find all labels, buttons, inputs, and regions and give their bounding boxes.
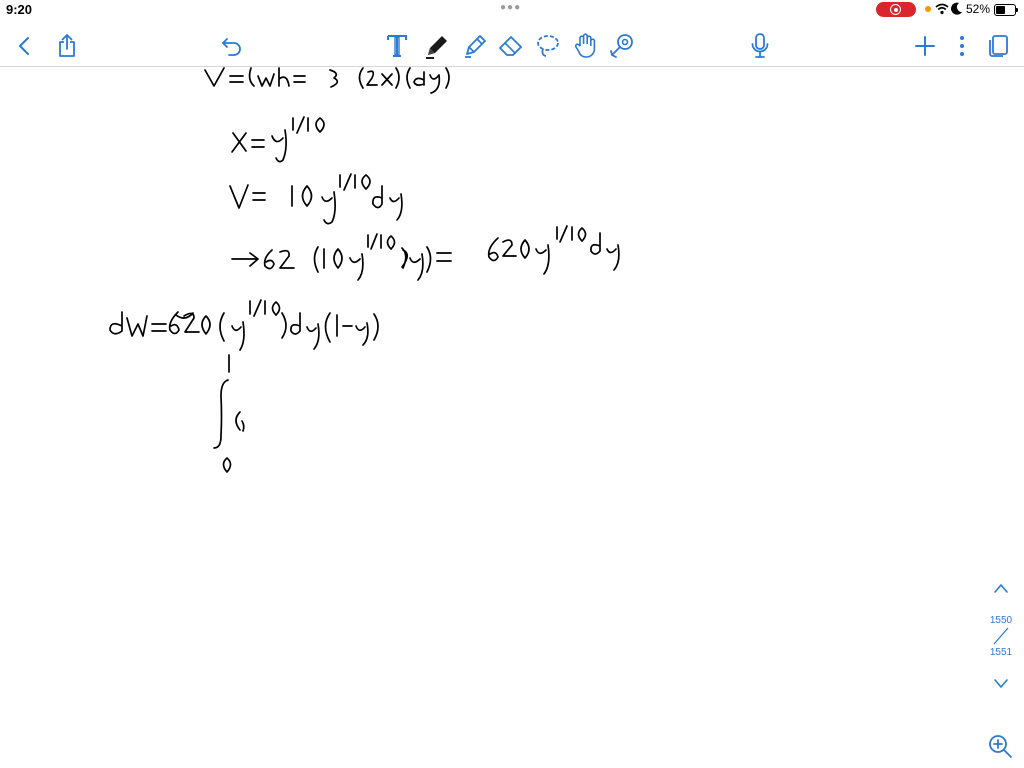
screen-recording-icon[interactable]: [876, 2, 916, 17]
page-navigator: 1550 1551: [980, 578, 1022, 698]
pen-icon[interactable]: [423, 32, 451, 60]
highlighter-icon[interactable]: [461, 32, 489, 60]
page-divider: [993, 627, 1009, 645]
share-icon[interactable]: [53, 32, 81, 60]
add-icon[interactable]: [911, 32, 939, 60]
battery-icon: [994, 4, 1018, 16]
mic-in-use-indicator-icon: [925, 6, 931, 12]
clock: 9:20: [6, 2, 33, 17]
note-canvas[interactable]: V = lwh = ? (2x)(dy) x = y^1/10 V = 10 y…: [0, 67, 1024, 768]
shape-tool-icon[interactable]: [608, 32, 636, 60]
do-not-disturb-moon-icon: [951, 2, 962, 15]
hand-tool-icon[interactable]: [572, 32, 600, 60]
battery-percent: 52%: [966, 2, 991, 16]
handwriting-line-3: V = 10 y^1/10 dy: [229, 173, 403, 225]
pages-icon[interactable]: [984, 32, 1012, 60]
wifi-icon: [935, 3, 949, 15]
handwriting-line-1: V = lwh = ? (2x)(dy): [204, 67, 450, 94]
status-bar: 9:20 ●●● 52%: [0, 0, 1024, 20]
more-icon[interactable]: [948, 32, 976, 60]
toolbar: [0, 24, 1024, 67]
back-icon[interactable]: [11, 32, 39, 60]
microphone-icon[interactable]: [746, 32, 774, 60]
multitasking-dots-icon[interactable]: ●●●: [500, 2, 521, 13]
handwriting-line-2: x = y^1/10: [231, 116, 325, 163]
chevron-up-icon[interactable]: [991, 580, 1011, 596]
total-pages-number: 1551: [989, 647, 1013, 658]
lasso-icon[interactable]: [534, 32, 562, 60]
text-tool-icon[interactable]: [383, 32, 411, 60]
handwriting-line-4: → 62 (10y^1/10 dy) = 620y^1/10 dy: [231, 225, 620, 281]
handwriting-line-6: ∫₀¹ (: [213, 354, 245, 473]
handwriting-line-5: dW = 620 (y^1/10) dy (1 − y): [109, 299, 379, 351]
zoom-in-icon[interactable]: [986, 732, 1014, 760]
eraser-icon[interactable]: [497, 32, 525, 60]
undo-icon[interactable]: [218, 32, 246, 60]
chevron-down-icon[interactable]: [991, 676, 1011, 692]
current-page-number: 1550: [989, 615, 1013, 626]
